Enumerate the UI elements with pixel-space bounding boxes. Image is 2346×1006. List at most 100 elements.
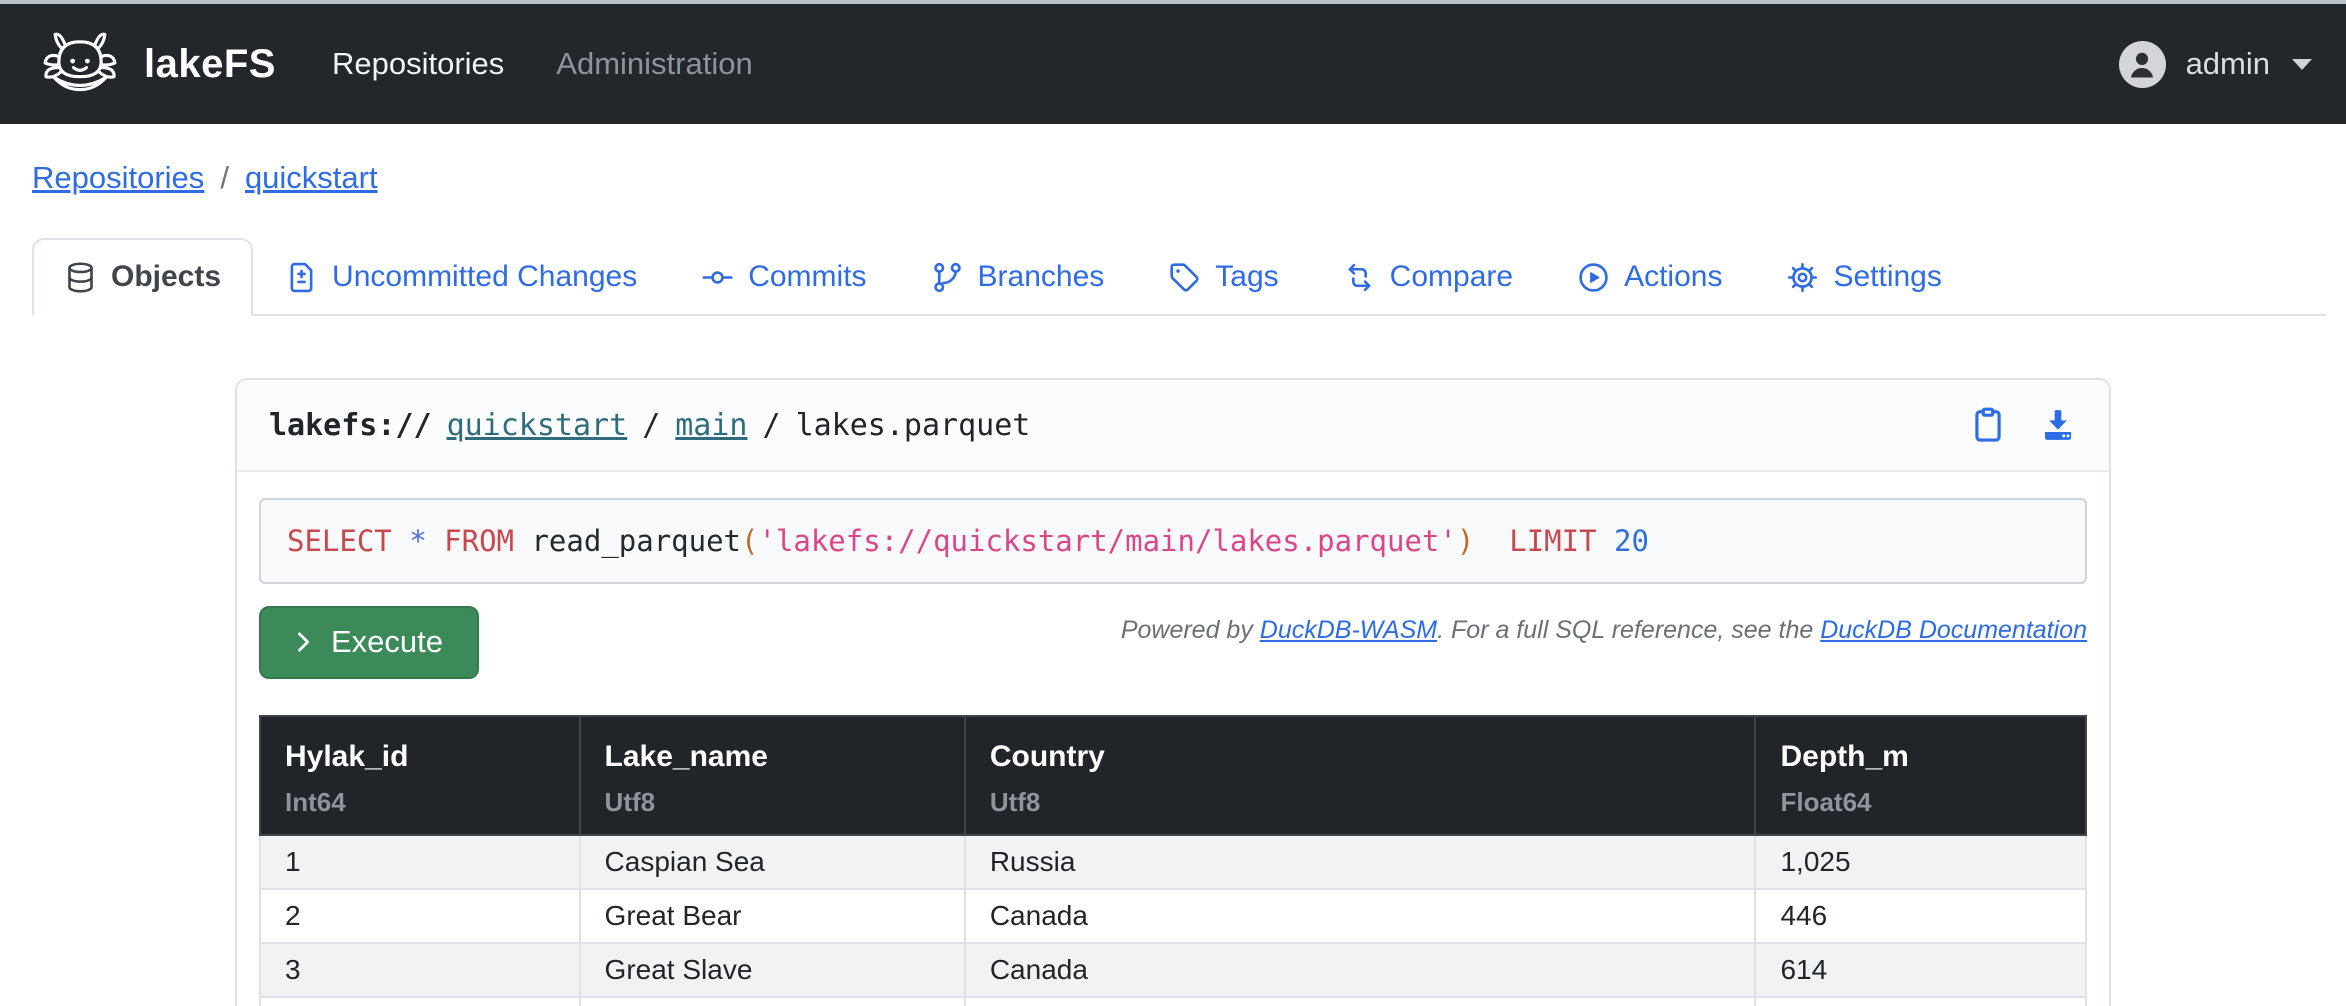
tab-uncommitted-changes[interactable]: Uncommitted Changes [253, 238, 669, 316]
sql-token-plain: read_parquet [514, 524, 741, 558]
copy-icon[interactable] [1969, 406, 2007, 444]
object-path-header: lakefs:// quickstart / main / lakes.parq… [237, 380, 2109, 472]
path-separator: / [642, 408, 660, 443]
column-header-depth-m: Depth_m Float64 [1755, 716, 2086, 835]
column-header-lake-name: Lake_name Utf8 [580, 716, 965, 835]
tab-compare[interactable]: Compare [1311, 238, 1545, 316]
tab-objects[interactable]: Objects [32, 238, 253, 316]
column-name: Country [990, 739, 1731, 775]
table-row: 1Caspian SeaRussia1,025 [260, 835, 2086, 889]
nav-link-administration[interactable]: Administration [556, 46, 752, 82]
axolotl-logo-icon [34, 25, 126, 104]
execute-row: Execute Powered by DuckDB-WASM. For a fu… [259, 606, 2087, 679]
tab-actions[interactable]: Actions [1545, 238, 1754, 316]
table-cell: 3 [260, 943, 580, 997]
tab-label: Uncommitted Changes [332, 260, 637, 294]
chevron-down-icon [2292, 59, 2312, 70]
path-object-name: lakes.parquet [796, 408, 1031, 443]
column-header-hylak-id: Hylak_id Int64 [260, 716, 580, 835]
commit-icon [701, 261, 734, 294]
path-ref-link[interactable]: main [675, 408, 747, 443]
column-type: Utf8 [605, 787, 940, 818]
sql-token-plain [1597, 524, 1614, 558]
chevron-right-icon [289, 628, 317, 656]
sql-editor[interactable]: SELECT * FROM read_parquet('lakefs://qui… [259, 498, 2087, 584]
database-icon [64, 261, 97, 294]
gear-icon [1786, 261, 1819, 294]
breadcrumb-separator: / [220, 160, 229, 196]
column-name: Hylak_id [285, 739, 555, 775]
sql-token-plain [427, 524, 444, 558]
table-cell: Winnipeg [580, 997, 965, 1006]
breadcrumb-link-quickstart[interactable]: quickstart [245, 160, 378, 196]
object-actions [1969, 406, 2077, 444]
table-cell: Russia [965, 835, 1756, 889]
play-circle-icon [1577, 261, 1610, 294]
table-cell: Canada [965, 889, 1756, 943]
execute-button[interactable]: Execute [259, 606, 479, 679]
object-viewer-body: SELECT * FROM read_parquet('lakefs://qui… [237, 472, 2109, 1006]
table-row: 4WinnipegCanada36 [260, 997, 2086, 1006]
table-row: 2Great BearCanada446 [260, 889, 2086, 943]
sql-token-paren: ) [1457, 524, 1474, 558]
breadcrumb: Repositories / quickstart [0, 124, 2346, 196]
download-icon[interactable] [2039, 406, 2077, 444]
column-type: Utf8 [990, 787, 1731, 818]
branch-icon [931, 261, 964, 294]
nav-link-repositories[interactable]: Repositories [332, 46, 504, 82]
repo-tab-bar: Objects Uncommitted Changes Commits Branche… [32, 238, 2326, 316]
object-path: lakefs:// quickstart / main / lakes.parq… [269, 408, 1030, 443]
column-type: Float64 [1780, 787, 2061, 818]
lakefs-brand[interactable]: lakeFS [34, 25, 276, 104]
breadcrumb-link-repositories[interactable]: Repositories [32, 160, 204, 196]
table-row: 3Great SlaveCanada614 [260, 943, 2086, 997]
path-repo-link[interactable]: quickstart [447, 408, 628, 443]
brand-title: lakeFS [144, 42, 276, 87]
sql-token-operator: * [409, 524, 426, 558]
column-name: Depth_m [1780, 739, 2061, 775]
table-cell: Caspian Sea [580, 835, 965, 889]
table-cell: Great Slave [580, 943, 965, 997]
tab-label: Compare [1390, 260, 1513, 294]
user-avatar [2119, 41, 2166, 88]
main-nav: Repositories Administration [332, 46, 753, 82]
table-cell: Great Bear [580, 889, 965, 943]
sql-token-keyword: FROM [444, 524, 514, 558]
table-cell: 614 [1755, 943, 2086, 997]
column-header-country: Country Utf8 [965, 716, 1756, 835]
execute-label: Execute [331, 624, 443, 660]
results-body: 1Caspian SeaRussia1,0252Great BearCanada… [260, 835, 2086, 1006]
column-type: Int64 [285, 787, 555, 818]
tab-label: Objects [111, 260, 221, 294]
tab-settings[interactable]: Settings [1754, 238, 1973, 316]
path-scheme: lakefs:// [269, 408, 432, 443]
path-separator: / [763, 408, 781, 443]
object-viewer-card: lakefs:// quickstart / main / lakes.parq… [235, 378, 2111, 1006]
tab-branches[interactable]: Branches [899, 238, 1137, 316]
user-name: admin [2186, 46, 2270, 82]
tab-commits[interactable]: Commits [669, 238, 898, 316]
tab-tags[interactable]: Tags [1136, 238, 1310, 316]
tab-label: Branches [978, 260, 1105, 294]
table-cell: 1 [260, 835, 580, 889]
duckdb-wasm-link[interactable]: DuckDB-WASM [1260, 616, 1437, 644]
table-cell: 2 [260, 889, 580, 943]
sql-token-plain [392, 524, 409, 558]
table-cell: 36 [1755, 997, 2086, 1006]
sql-token-keyword: LIMIT [1509, 524, 1596, 558]
column-name: Lake_name [605, 739, 940, 775]
file-diff-icon [285, 261, 318, 294]
tab-label: Commits [748, 260, 866, 294]
sql-token-plain [1474, 524, 1509, 558]
duckdb-docs-link[interactable]: DuckDB Documentation [1820, 616, 2087, 644]
sql-token-paren: ( [741, 524, 758, 558]
table-cell: Canada [965, 943, 1756, 997]
lakefs-app-window: lakeFS RepositoriesAdministration admin … [0, 0, 2346, 1006]
user-menu[interactable]: admin [2119, 41, 2312, 88]
powered-by-note: Powered by DuckDB-WASM. For a full SQL r… [1121, 616, 2087, 645]
tab-label: Actions [1624, 260, 1722, 294]
query-results-table: Hylak_id Int64 Lake_name Utf8 Country Utf8 Dep… [259, 715, 2087, 1006]
powered-by-prefix: Powered by [1121, 616, 1260, 644]
powered-by-middle: . For a full SQL reference, see the [1437, 616, 1820, 644]
results-header: Hylak_id Int64 Lake_name Utf8 Country Utf8 Dep… [260, 716, 2086, 835]
